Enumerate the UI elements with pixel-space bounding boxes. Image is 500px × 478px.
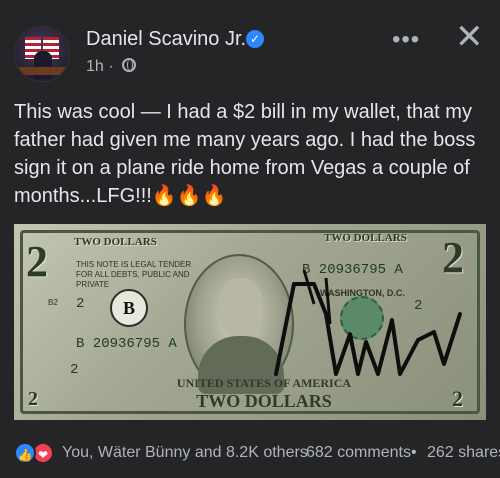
verified-badge-icon: ✓ — [246, 30, 264, 48]
post-time[interactable]: 1h — [86, 58, 104, 75]
post-photo[interactable]: 2 2 2 2 TWO DOLLARS TWO DOLLARS THIS NOT… — [14, 224, 486, 420]
post-text-line: This was cool — I had a $2 bill in my wa… — [14, 101, 472, 123]
more-options-button[interactable]: ••• — [392, 26, 420, 54]
post-footer: 👍 ❤ You, Wäter Bünny and 8.2K others 682… — [0, 430, 500, 478]
post-text-last: months...LFG!!!🔥🔥🔥 — [14, 182, 494, 210]
author-name[interactable]: Daniel Scavino Jr. — [86, 28, 246, 51]
comments-count[interactable]: 682 comments — [306, 444, 411, 462]
fire-emoji-icon: 🔥🔥🔥 — [151, 185, 227, 207]
signature-icon — [274, 269, 462, 376]
reactions-count[interactable]: You, Wäter Bünny and 8.2K others — [62, 444, 308, 462]
globe-icon[interactable] — [122, 58, 137, 72]
meta-separator: · — [108, 58, 114, 75]
post-header: Daniel Scavino Jr. ✓ 1h · ••• ✕ — [0, 14, 500, 84]
post-text-line: sign it on a plane ride home from Vegas … — [14, 157, 470, 179]
author-avatar[interactable] — [14, 26, 70, 82]
footer-separator: • — [411, 444, 417, 461]
two-dollar-bill: 2 2 2 2 TWO DOLLARS TWO DOLLARS THIS NOT… — [14, 224, 486, 420]
shares-count[interactable]: 262 shares — [427, 444, 500, 462]
desk — [19, 67, 67, 75]
post-text-line: months...LFG!!! — [14, 185, 152, 207]
post-text: This was cool — I had a $2 bill in my wa… — [14, 98, 494, 210]
post-card: Daniel Scavino Jr. ✓ 1h · ••• ✕ This was… — [0, 0, 500, 478]
close-button[interactable]: ✕ — [455, 20, 484, 54]
post-text-line: father had given me many years ago. I ha… — [14, 129, 476, 151]
post-meta: 1h · — [86, 58, 137, 76]
like-reaction-icon: 👍 — [14, 442, 36, 464]
